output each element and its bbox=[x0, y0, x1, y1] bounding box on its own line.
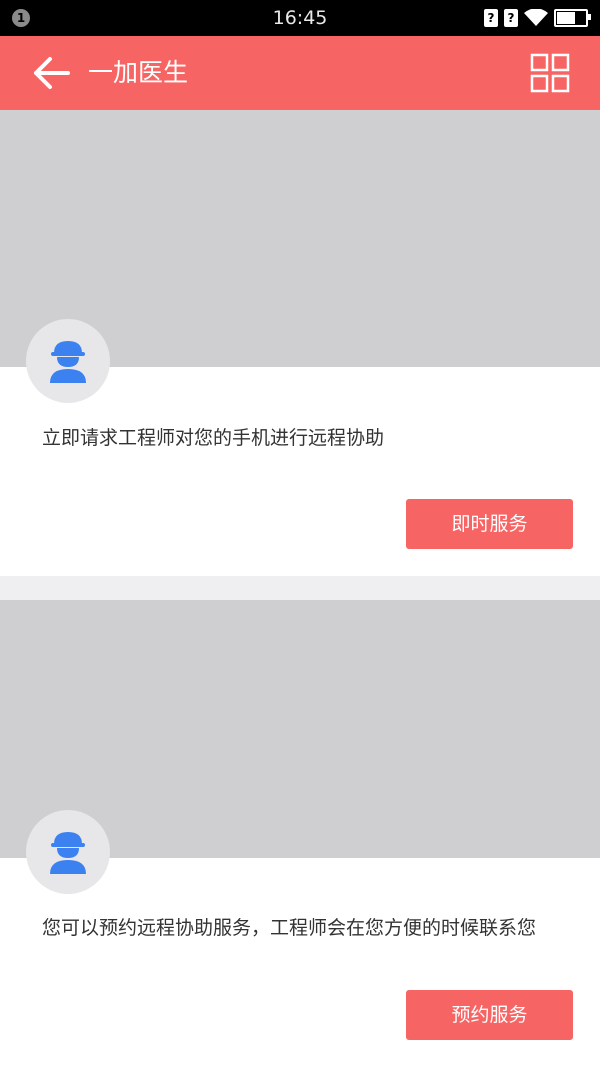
arrow-left-icon[interactable] bbox=[32, 56, 72, 90]
status-bar: 1 16:45 ? ? bbox=[0, 0, 600, 36]
battery-icon bbox=[554, 9, 591, 27]
sim1-icon: ? bbox=[484, 9, 498, 27]
instant-service-button[interactable]: 即时服务 bbox=[406, 499, 573, 549]
engineer-icon bbox=[50, 832, 86, 874]
scheduled-service-card: 您可以预约远程协助服务，工程师会在您方便的时候联系您 预约服务 bbox=[0, 600, 600, 1067]
wifi-icon bbox=[524, 9, 548, 26]
card-description: 立即请求工程师对您的手机进行远程协助 bbox=[42, 427, 385, 449]
avatar bbox=[26, 319, 110, 403]
instant-service-card: 立即请求工程师对您的手机进行远程协助 即时服务 bbox=[0, 110, 600, 576]
status-icons: ? ? bbox=[484, 8, 591, 28]
page-title: 一加医生 bbox=[88, 58, 189, 87]
card-description: 您可以预约远程协助服务，工程师会在您方便的时候联系您 bbox=[42, 917, 537, 939]
engineer-icon bbox=[50, 341, 86, 383]
avatar bbox=[26, 810, 110, 894]
grid-icon[interactable] bbox=[530, 53, 570, 93]
schedule-service-button[interactable]: 预约服务 bbox=[406, 990, 573, 1040]
app-bar: 一加医生 bbox=[0, 36, 600, 110]
sim2-icon: ? bbox=[504, 9, 518, 27]
